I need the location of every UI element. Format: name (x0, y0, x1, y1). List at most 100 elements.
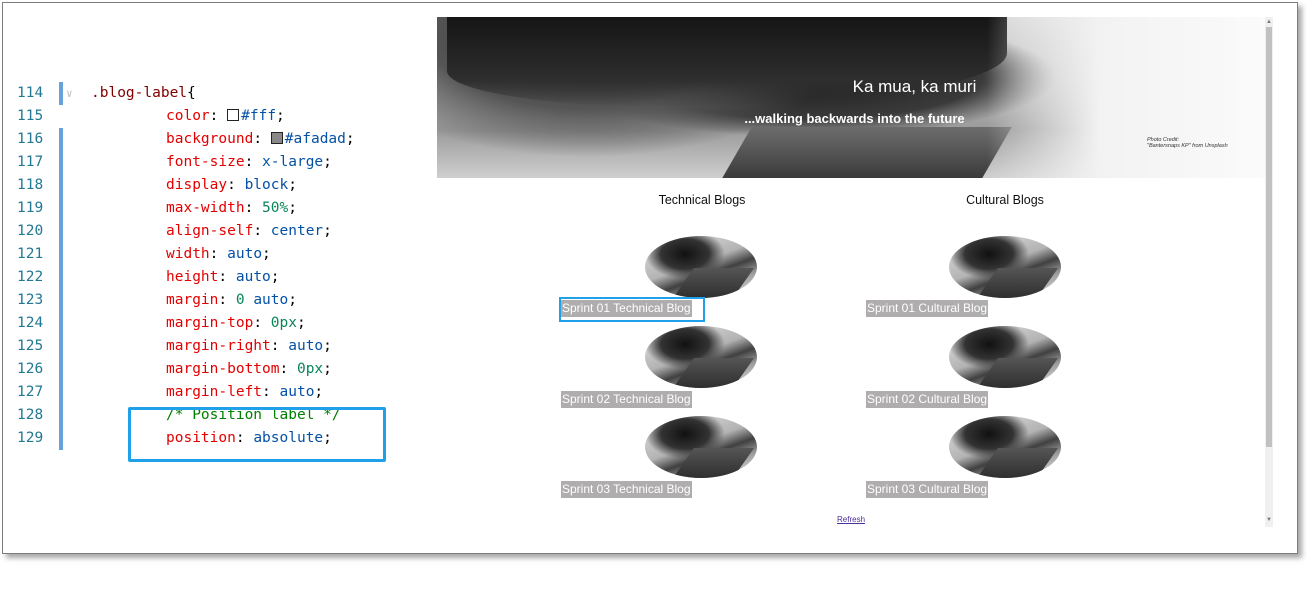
code-line[interactable]: 121 width: auto; (3, 243, 433, 266)
blog-thumbnail[interactable] (645, 326, 757, 388)
modified-gutter-marker (59, 312, 63, 335)
line-number: 118 (17, 177, 44, 193)
line-number: 121 (17, 246, 44, 262)
code-text: .blog-label{ (91, 82, 196, 105)
code-token: : (253, 131, 271, 147)
blog-thumbnail[interactable] (949, 326, 1061, 388)
code-text: margin-bottom: 0px; (166, 358, 332, 381)
code-line[interactable]: 127 margin-left: auto; (3, 381, 433, 404)
code-text: margin: 0 auto; (166, 289, 297, 312)
code-line[interactable]: 120 align-self: center; (3, 220, 433, 243)
code-token: : (279, 361, 297, 377)
modified-gutter-marker (59, 381, 63, 404)
code-token: height (166, 269, 219, 285)
code-line[interactable]: 117 font-size: x-large; (3, 151, 433, 174)
code-text: background: #afadad; (166, 128, 355, 151)
code-token: #afadad (284, 131, 346, 147)
code-token: ; (288, 177, 297, 193)
line-number: 128 (17, 407, 44, 423)
code-line[interactable]: 126 margin-bottom: 0px; (3, 358, 433, 381)
line-number: 129 (17, 430, 44, 446)
line-number: 115 (17, 108, 44, 124)
blog-thumbnail[interactable] (949, 236, 1061, 298)
code-text: width: auto; (166, 243, 271, 266)
scroll-down-arrow-icon[interactable]: ▼ (1265, 515, 1273, 525)
line-number: 124 (17, 315, 44, 331)
blog-thumbnail[interactable] (645, 416, 757, 478)
code-token: .blog-label (91, 85, 188, 101)
refresh-link[interactable]: Refresh (837, 515, 865, 524)
blog-label[interactable]: Sprint 02 Cultural Blog (866, 391, 989, 408)
scroll-up-arrow-icon[interactable]: ▲ (1265, 17, 1273, 27)
code-token: ; (345, 131, 355, 147)
code-line[interactable]: 119 max-width: 50%; (3, 197, 433, 220)
code-line[interactable]: 124 margin-top: 0px; (3, 312, 433, 335)
code-token: : (244, 154, 263, 170)
code-line[interactable]: 116 background: #afadad; (3, 128, 433, 151)
code-line[interactable]: 125 margin-right: auto; (3, 335, 433, 358)
code-line[interactable]: 115 color: #fff; (3, 105, 433, 128)
code-text: color: #fff; (166, 105, 285, 128)
code-token: margin-left (166, 384, 263, 400)
code-token: ; (270, 269, 280, 285)
code-text: height: auto; (166, 266, 280, 289)
blog-thumbnail[interactable] (645, 236, 757, 298)
label-highlight-box (559, 297, 705, 322)
blog-thumbnail[interactable] (949, 416, 1061, 478)
code-token: auto (235, 269, 271, 285)
code-editor[interactable]: 114 ∨ .blog-label{ 115 color: #fff; 116 backgr… (3, 3, 433, 553)
code-token: : (244, 200, 263, 216)
code-token: : (253, 223, 271, 239)
code-token: : (270, 338, 289, 354)
code-token: : (218, 269, 236, 285)
color-swatch-icon[interactable] (270, 132, 283, 144)
code-token: width (166, 246, 210, 262)
code-token: : (218, 292, 236, 308)
code-text: display: block; (166, 174, 297, 197)
code-token: ; (323, 154, 332, 170)
code-token: : (253, 315, 271, 331)
line-number: 119 (17, 200, 44, 216)
cultural-blogs-heading: Cultural Blogs (966, 193, 1044, 207)
modified-gutter-marker (59, 427, 63, 450)
blog-label[interactable]: Sprint 02 Technical Blog (561, 391, 692, 408)
code-line[interactable]: 122 height: auto; (3, 266, 433, 289)
modified-gutter-marker (59, 197, 63, 220)
line-number: 122 (17, 269, 44, 285)
line-number: 126 (17, 361, 44, 377)
code-token: ; (323, 223, 332, 239)
line-number: 114 (17, 85, 44, 101)
code-token: : (209, 108, 228, 124)
code-token: ; (296, 315, 306, 331)
code-token: max-width (166, 200, 245, 216)
code-token: : (262, 384, 280, 400)
blog-label[interactable]: Sprint 01 Cultural Blog (866, 300, 989, 317)
code-token: ; (288, 292, 297, 308)
code-token: margin-top (166, 315, 254, 331)
blog-label[interactable]: Sprint 03 Technical Blog (561, 481, 692, 498)
color-swatch-icon[interactable] (227, 109, 240, 121)
modified-gutter-marker (59, 289, 63, 312)
code-line[interactable]: 114 ∨ .blog-label{ (3, 82, 433, 105)
code-token: auto (253, 292, 289, 308)
code-text: margin-right: auto; (166, 335, 332, 358)
code-token: ; (314, 384, 324, 400)
hero-title: Ka mua, ka muri (852, 77, 977, 96)
scroll-thumb[interactable] (1266, 27, 1272, 447)
modified-gutter-marker (59, 128, 63, 151)
code-text: font-size: x-large; (166, 151, 332, 174)
modified-gutter-marker (59, 335, 63, 358)
code-line[interactable]: 123 margin: 0 auto; (3, 289, 433, 312)
vertical-scrollbar[interactable]: ▲ ▼ (1265, 17, 1273, 527)
modified-gutter-marker (59, 358, 63, 381)
code-token: color (166, 108, 210, 124)
code-text: max-width: 50%; (166, 197, 297, 220)
line-number: 123 (17, 292, 44, 308)
modified-gutter-marker (59, 404, 63, 427)
code-line[interactable]: 118 display: block; (3, 174, 433, 197)
code-token: 0px (270, 315, 297, 331)
modified-gutter-marker (59, 243, 63, 266)
code-token: ; (262, 246, 271, 262)
blog-label[interactable]: Sprint 03 Cultural Blog (866, 481, 989, 498)
fold-chevron-icon[interactable]: ∨ (66, 82, 73, 105)
